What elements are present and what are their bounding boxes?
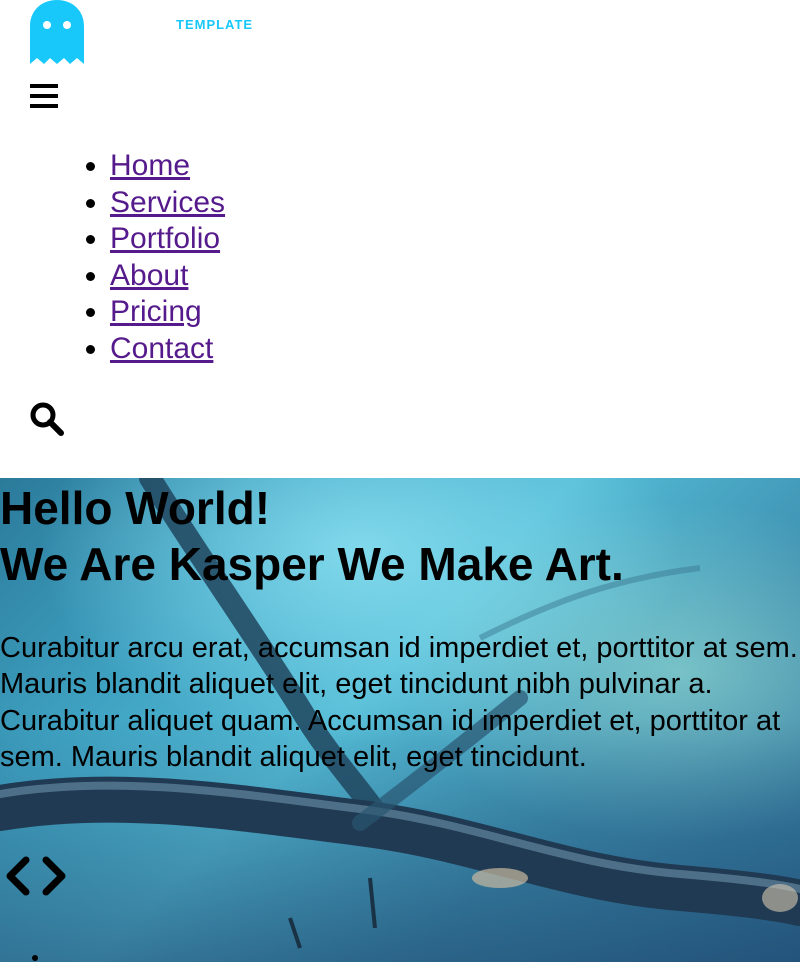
main-nav: Home Services Portfolio About Pricing Co… — [60, 148, 225, 368]
nav-item-contact: Contact — [110, 331, 225, 368]
hero-section: Hello World! We Are Kasper We Make Art. … — [0, 478, 800, 962]
hero-paragraph: Curabitur arcu erat, accumsan id imperdi… — [0, 632, 798, 774]
hamburger-icon[interactable] — [30, 84, 58, 108]
nav-item-services: Services — [110, 185, 225, 222]
nav-link-contact[interactable]: Contact — [110, 332, 213, 365]
nav-item-portfolio: Portfolio — [110, 221, 225, 258]
nav-item-pricing: Pricing — [110, 294, 225, 331]
chevron-left-icon[interactable] — [2, 854, 32, 898]
hero-title: Hello World! We Are Kasper We Make Art. — [0, 480, 624, 592]
nav-link-services[interactable]: Services — [110, 186, 225, 219]
nav-link-portfolio[interactable]: Portfolio — [110, 222, 220, 255]
hero-title-line1: Hello World! — [0, 482, 271, 534]
ghost-icon[interactable] — [30, 0, 84, 64]
chevron-right-icon[interactable] — [40, 854, 70, 898]
search-icon[interactable] — [30, 402, 64, 436]
nav-item-home: Home — [110, 148, 225, 185]
slider-bullets — [0, 946, 50, 962]
nav-link-home[interactable]: Home — [110, 149, 190, 182]
site-header: TEMPLATE Home Services Portfolio About P… — [0, 0, 800, 478]
nav-item-about: About — [110, 258, 225, 295]
hero-title-line2: We Are Kasper We Make Art. — [0, 538, 624, 590]
logo-text[interactable]: TEMPLATE — [176, 17, 253, 32]
nav-link-pricing[interactable]: Pricing — [110, 295, 202, 328]
nav-link-about[interactable]: About — [110, 259, 188, 292]
